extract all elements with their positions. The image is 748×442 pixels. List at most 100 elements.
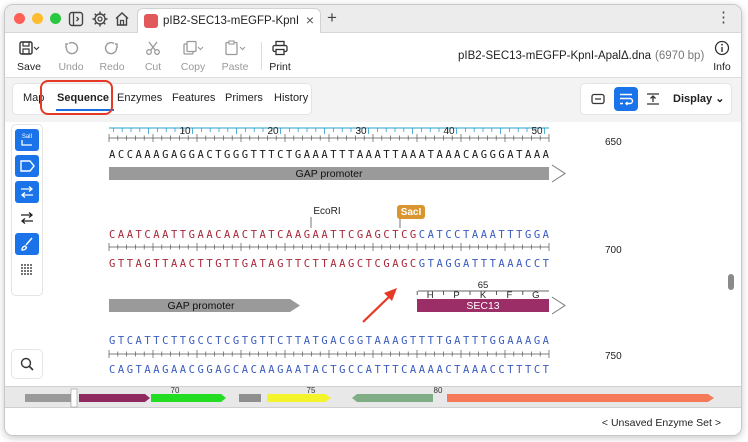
undo-button[interactable]: Undo — [51, 39, 91, 73]
sec13-arrow-outline — [551, 296, 566, 315]
redo-button[interactable]: Redo — [92, 39, 132, 73]
minimize-window-button[interactable] — [32, 13, 43, 24]
redo-icon — [92, 39, 132, 57]
overview-feature-green — [352, 394, 433, 402]
document-tab-title: pIB2-SEC13-mEGFP-KpnI-Ap — [163, 15, 299, 27]
overview-feature-yellow — [267, 394, 331, 402]
save-label: Save — [17, 61, 41, 73]
tab-primers[interactable]: Primers — [225, 92, 263, 104]
info-button[interactable]: Info — [702, 39, 741, 73]
overview-megfp — [151, 394, 226, 402]
status-bar: < Unsaved Enzyme Set > — [5, 409, 741, 435]
tab-history[interactable]: History — [274, 92, 308, 104]
restriction-sites-button[interactable]: SalI — [15, 129, 39, 151]
map-overview[interactable]: 70 75 80 — [5, 386, 741, 408]
row-700-position: 700 — [605, 245, 622, 256]
primers-toggle-button[interactable] — [15, 181, 39, 203]
sequence-segment-blue: GTAGGATTTAAACCT — [419, 258, 550, 270]
close-window-button[interactable] — [14, 13, 25, 24]
redo-label: Redo — [99, 61, 125, 73]
new-tab-icon[interactable]: + — [327, 8, 337, 28]
enzyme-set-status[interactable]: < Unsaved Enzyme Set > — [602, 417, 721, 429]
overview-feature-grey — [239, 394, 261, 402]
view-bar: Map Sequence Enzymes Features Primers Hi… — [5, 78, 741, 122]
paste-label: Paste — [221, 61, 249, 73]
linear-view-icon — [591, 93, 605, 105]
sequence-tools: SalI — [12, 125, 42, 295]
paste-button[interactable]: Paste — [215, 39, 255, 73]
info-label: Info — [713, 61, 731, 73]
overview-gap-promoter — [25, 394, 71, 402]
ruler-label: 10 — [179, 126, 191, 137]
sequence-segment-red: GTTAGTTAACTTGTTGATAGTTCTTAAGCTCGAGC — [109, 258, 416, 270]
row-700-top-strand: CAATCAATTGAACAACTATCAAGAATTCGAGCTCG CATCC… — [109, 229, 550, 241]
feature-arrow-icon — [20, 160, 35, 172]
document-filename: pIB2-SEC13-mEGFP-KpnI-ApalΔ.dna (6970 bp) — [458, 50, 704, 62]
paintbrush-icon — [21, 237, 33, 251]
saci-site-label: SacI — [401, 207, 422, 218]
ecori-site-label: EcoRI — [313, 206, 340, 217]
primer-arrows-icon — [20, 186, 34, 198]
row-650-top-strand: ACCAAAGAGGACTGGGTTTCTGAAATTTAAATTAAATAAA… — [109, 149, 550, 161]
strand-options-button[interactable] — [641, 87, 665, 111]
linear-view-button[interactable] — [586, 87, 610, 111]
zoom-window-button[interactable] — [50, 13, 61, 24]
row-750-position: 750 — [605, 351, 622, 362]
sequence-canvas: 10 20 30 40 50 ACCAAAGAGGACTGGGTTTCTGAAATTTA… — [108, 126, 622, 376]
gap-promoter-label-row-650: GAP promoter — [296, 168, 363, 180]
gap-promoter-arrow-outline — [551, 164, 566, 183]
wrap-sequence-button[interactable] — [614, 87, 638, 111]
cut-button[interactable]: Cut — [133, 39, 173, 73]
ruler-label: 20 — [267, 126, 279, 137]
app-window: pIB2-SEC13-mEGFP-KpnI-Ap × + ⋮ Save Undo… — [4, 4, 742, 436]
tab-features[interactable]: Features — [172, 92, 215, 104]
info-icon — [702, 39, 741, 57]
undo-label: Undo — [58, 61, 84, 73]
ruler-label: 50 — [531, 126, 543, 137]
overview-canvas: 70 75 80 — [25, 386, 714, 408]
search-button[interactable] — [12, 350, 42, 378]
main-toolbar: Save Undo Redo Cut Copy Paste Print pIB2… — [5, 34, 741, 78]
overview-feature-orange — [447, 394, 714, 402]
overview-position-label: 70 — [171, 387, 180, 395]
cut-label: Cut — [144, 61, 162, 73]
copy-icon — [173, 39, 213, 57]
row-650-axis — [108, 134, 550, 142]
sall-enzyme-icon: SalI — [21, 134, 33, 146]
colors-toggle-button[interactable] — [15, 233, 39, 255]
home-icon[interactable] — [113, 10, 131, 28]
annotation-arrow-line — [362, 294, 392, 323]
more-menu-icon[interactable]: ⋮ — [716, 10, 731, 25]
printer-icon — [260, 39, 300, 57]
document-tab[interactable]: pIB2-SEC13-mEGFP-KpnI-Ap × — [137, 8, 321, 33]
vertical-scrollbar-thumb[interactable] — [728, 274, 734, 290]
bp-count: (6970 bp) — [655, 50, 705, 62]
ruler-label: 30 — [355, 126, 367, 137]
tab-enzymes[interactable]: Enzymes — [117, 92, 162, 104]
features-toggle-button[interactable] — [15, 155, 39, 177]
sidebar-toggle-icon[interactable] — [67, 10, 85, 28]
translation-toggle-button[interactable] — [15, 207, 39, 229]
save-button[interactable]: Save — [9, 39, 49, 73]
search-icon — [20, 357, 34, 371]
sequence-segment-red: CAATCAATTGAACAACTATCAAGAATTCGAGCTCG — [109, 229, 416, 241]
row-700-axis — [108, 243, 550, 251]
copy-button[interactable]: Copy — [173, 39, 213, 73]
title-bar: pIB2-SEC13-mEGFP-KpnI-Ap × + ⋮ — [5, 5, 741, 33]
text-lines-icon — [21, 264, 33, 275]
gear-icon[interactable] — [91, 10, 109, 28]
print-button[interactable]: Print — [260, 39, 300, 73]
row-750-bottom-strand: CAGTAAGAACGGAGCACAAGAATACTGCCATTTCAAAACT… — [109, 364, 550, 376]
close-tab-icon[interactable]: × — [306, 12, 314, 28]
display-menu-button[interactable]: Display ⌄ — [673, 92, 724, 105]
grid-view-button[interactable] — [15, 259, 39, 281]
ruler-ticks — [113, 128, 545, 134]
overview-position-labels: 70 75 80 — [171, 386, 443, 395]
scissors-icon — [133, 39, 173, 57]
sec13-label: SEC13 — [466, 300, 499, 312]
chevron-down-icon: ⌄ — [715, 93, 725, 105]
swap-arrows-icon — [20, 212, 34, 224]
row-650-position: 650 — [605, 137, 622, 148]
sequence-view[interactable]: 10 20 30 40 50 ACCAAAGAGGACTGGGTTTCTGAAATTTA… — [5, 122, 741, 386]
save-icon — [9, 39, 49, 57]
